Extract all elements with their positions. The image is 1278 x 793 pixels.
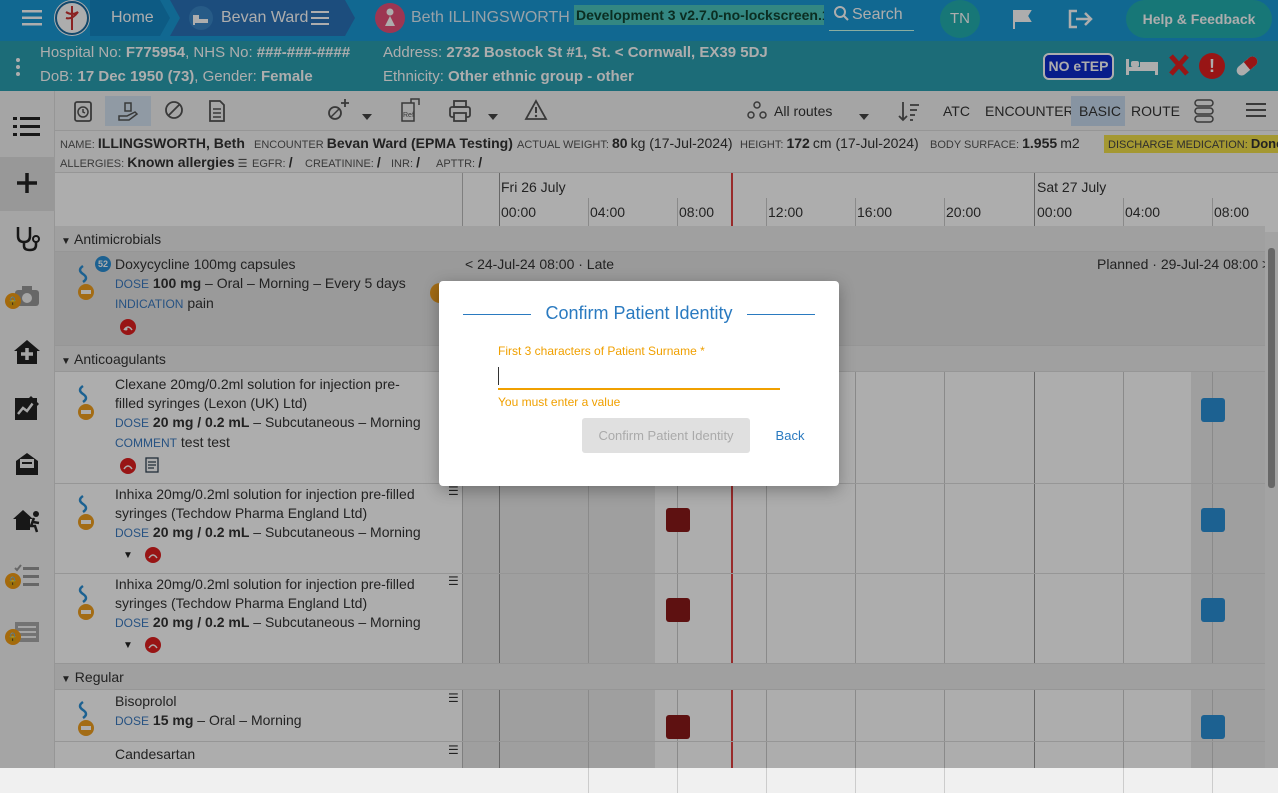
- back-button[interactable]: Back: [764, 418, 816, 453]
- confirm-identity-dialog: Confirm Patient Identity First 3 charact…: [439, 281, 839, 486]
- surname-field-label: First 3 characters of Patient Surname *: [498, 344, 705, 358]
- confirm-identity-button[interactable]: Confirm Patient Identity: [582, 418, 750, 453]
- text-cursor: [498, 367, 499, 385]
- validation-error: You must enter a value: [498, 395, 621, 409]
- surname-input[interactable]: [498, 362, 780, 390]
- dialog-title: Confirm Patient Identity: [545, 303, 733, 323]
